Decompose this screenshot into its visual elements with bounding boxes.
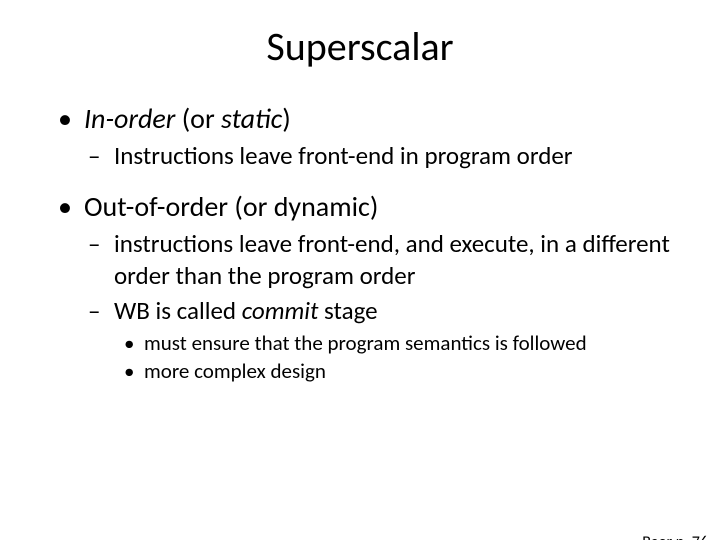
text: (or [175, 101, 221, 136]
text: WB is called [114, 295, 242, 326]
bullet-out-of-order: Out-of-order (or dynamic) [58, 189, 688, 224]
spacer [58, 175, 688, 183]
slide-body: In-order (or static) Instructions leave … [0, 101, 720, 385]
text-italic: commit [242, 295, 319, 326]
subbullet-in-order-desc: Instructions leave front-end in program … [88, 140, 688, 171]
text-italic: In-order [84, 101, 175, 136]
bullet-in-order: In-order (or static) [58, 101, 688, 136]
subbullet-ooo-desc: instructions leave front-end, and execut… [88, 228, 688, 291]
footer-citation: Baer p. 76 [642, 533, 708, 540]
subsubbullet-complex: more complex design [124, 358, 688, 384]
text-italic: static [221, 101, 282, 136]
text: ) [282, 101, 291, 136]
slide: Superscalar In-order (or static) Instruc… [0, 22, 720, 540]
subsubbullet-semantics: must ensure that the program semantics i… [124, 330, 688, 356]
subbullet-wb-commit: WB is called commit stage [88, 295, 688, 326]
slide-title: Superscalar [0, 22, 720, 71]
text: stage [318, 295, 377, 326]
